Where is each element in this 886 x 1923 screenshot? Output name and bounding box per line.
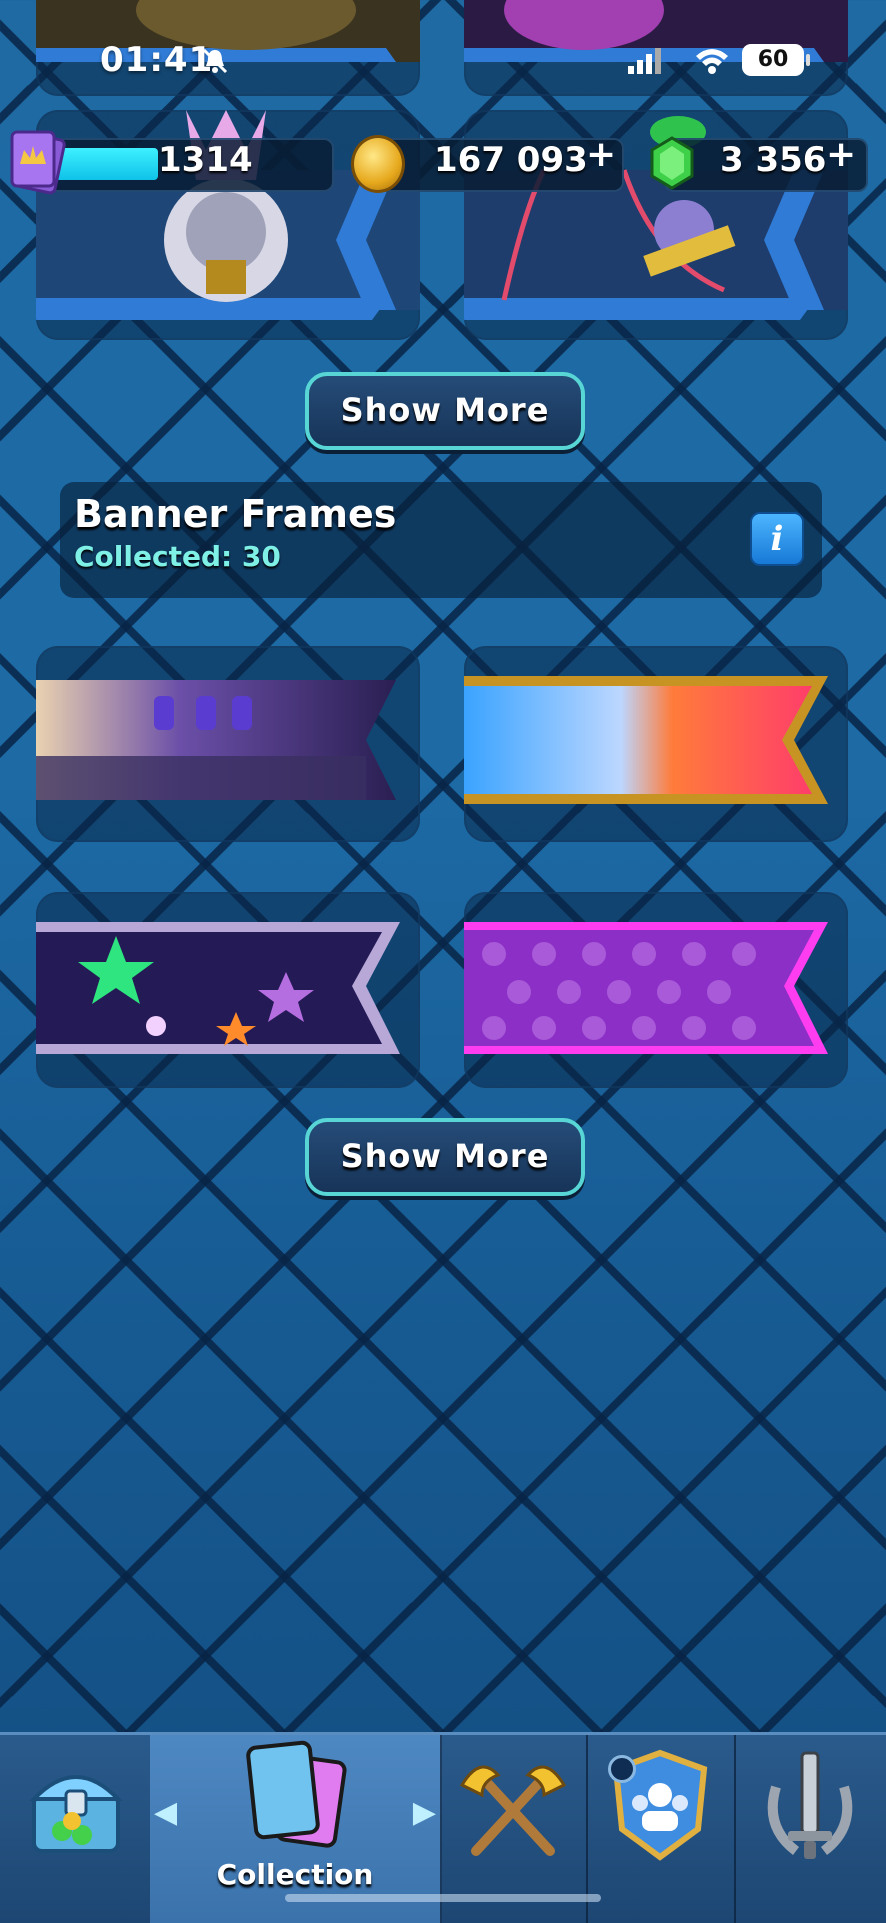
section-title: Banner Frames	[74, 492, 397, 536]
gems-value: 3 356	[720, 140, 827, 180]
info-button[interactable]: i	[750, 512, 804, 566]
banner-frame-stars[interactable]	[36, 892, 420, 1088]
nav-tab-clan[interactable]	[586, 1735, 736, 1923]
banner-frame-preview	[36, 680, 396, 800]
nav-left-arrow-icon[interactable]: ◀	[154, 1795, 177, 1830]
nav-tab-events[interactable]	[734, 1735, 886, 1923]
banner-frames-header: Banner Frames Collected: 30 i	[60, 482, 822, 598]
xp-value: 1314	[158, 140, 253, 180]
banner-frame-preview	[464, 922, 828, 1054]
sword-laurel-icon	[767, 1751, 853, 1859]
show-more-button[interactable]: Show More	[305, 372, 585, 450]
gold-coin-icon	[354, 138, 402, 190]
crossed-axes-icon	[459, 1765, 567, 1856]
status-time: 01:41	[100, 40, 214, 80]
show-more-button[interactable]: Show More	[305, 1118, 585, 1196]
banner-frame-preview	[464, 676, 828, 804]
banner-frame-sky-fire[interactable]	[464, 646, 848, 842]
notification-dot-icon	[608, 1755, 636, 1783]
collected-count: Collected: 30	[74, 540, 281, 573]
add-gold-button[interactable]: +	[586, 134, 616, 175]
wifi-icon	[696, 49, 728, 74]
banner-frame-purple-skulls[interactable]	[464, 892, 848, 1088]
banner-frame-preview	[36, 922, 400, 1054]
cellular-signal-icon	[628, 48, 661, 74]
gem-icon	[650, 136, 694, 190]
home-indicator	[285, 1894, 601, 1902]
battery-indicator: 60	[742, 44, 810, 76]
banner-frame-concert[interactable]	[36, 646, 420, 842]
cards-icon	[246, 1740, 347, 1848]
nav-tab-label: Collection	[216, 1858, 374, 1891]
silent-bell-icon	[202, 48, 228, 74]
nav-right-arrow-icon[interactable]: ▶	[413, 1795, 436, 1830]
gold-value: 167 093	[434, 140, 588, 180]
add-gems-button[interactable]: +	[826, 134, 856, 175]
treasure-chest-icon	[29, 1775, 123, 1853]
nav-tab-shop[interactable]	[0, 1735, 152, 1923]
king-level-icon	[10, 130, 66, 195]
status-bar: 01:41 60	[0, 0, 886, 120]
